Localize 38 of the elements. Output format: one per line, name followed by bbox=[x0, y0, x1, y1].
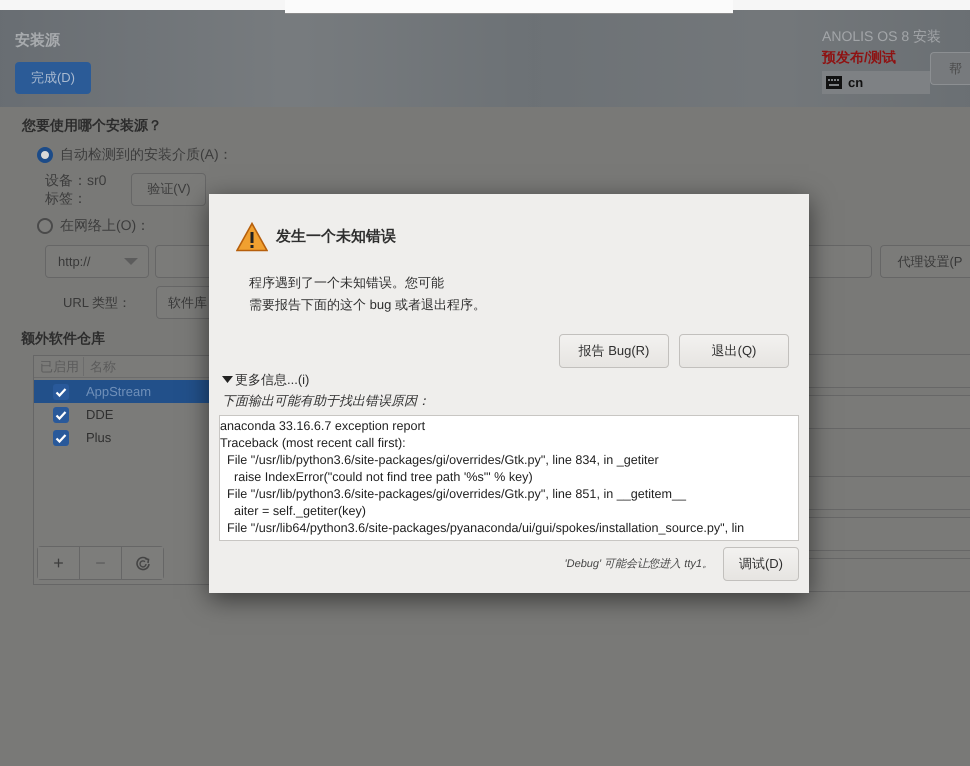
checkbox[interactable] bbox=[53, 430, 69, 446]
log-line: anaconda 33.16.6.7 exception report bbox=[220, 418, 426, 435]
refresh-icon bbox=[134, 555, 150, 571]
disc-label: 标签： bbox=[45, 189, 88, 207]
device-label: 设备：sr0 bbox=[45, 171, 106, 189]
log-line: File "/usr/lib/python3.6/site-packages/gi/overrides/Gtk.py", line 834, in _getiter bbox=[226, 452, 660, 469]
debug-button[interactable]: 调试(D) bbox=[723, 547, 799, 581]
log-line: raise IndexError("could not find tree path '%s'" % key) bbox=[232, 469, 534, 486]
proxy-settings-button[interactable]: 代理设置(P bbox=[880, 245, 970, 278]
expanded-triangle-icon bbox=[222, 376, 233, 384]
dialog-title: 发生一个未知错误 bbox=[276, 226, 396, 247]
done-button[interactable]: 完成(D) bbox=[15, 62, 91, 94]
log-line: File "/usr/lib/python3.6/site-packages/gi/overrides/Gtk.py", line 851, in __getitem__ bbox=[226, 486, 688, 503]
warning-icon bbox=[236, 222, 268, 252]
checkbox[interactable] bbox=[53, 406, 69, 422]
section-heading: 额外软件仓库 bbox=[21, 329, 106, 348]
checkbox[interactable] bbox=[53, 384, 69, 400]
radio-label: 自动检测到的安装介质(A)： bbox=[60, 145, 233, 164]
radio-button[interactable] bbox=[37, 218, 53, 234]
dialog-message: 程序遇到了一个未知错误。您可能 需要报告下面的这个 bug 或者退出程序。 bbox=[249, 274, 487, 314]
page-title: 安装源 bbox=[15, 31, 62, 51]
keyboard-icon bbox=[826, 76, 842, 89]
url-type-label: URL 类型： bbox=[63, 294, 132, 312]
dialog-button[interactable]: 退出(Q) bbox=[679, 334, 789, 368]
dialog-button[interactable]: 报告 Bug(R) bbox=[559, 334, 669, 368]
protocol-dropdown[interactable]: http:// bbox=[45, 245, 150, 278]
radio-button[interactable] bbox=[37, 146, 53, 162]
add-button[interactable]: + bbox=[38, 547, 80, 579]
verify-button[interactable]: 验证(V) bbox=[131, 172, 206, 206]
prerelease-label: 预发布/测试 bbox=[822, 48, 897, 67]
log-line: aiter = self._getiter(key) bbox=[232, 503, 367, 520]
section-heading: 您要使用哪个安装源？ bbox=[22, 116, 163, 135]
caret-icon bbox=[124, 258, 138, 265]
radio-label: 在网络上(O)： bbox=[60, 216, 150, 235]
keyboard-layout-indicator[interactable]: cn bbox=[822, 71, 930, 94]
log-line: File "/usr/lib64/python3.6/site-packages/pyanaconda/ui/gui/spokes/installation_source.py", lin bbox=[226, 520, 746, 537]
debug-note: 'Debug' 可能会让您进入 tty1。 bbox=[564, 556, 713, 572]
log-line: Traceback (most recent call first): bbox=[220, 435, 407, 452]
